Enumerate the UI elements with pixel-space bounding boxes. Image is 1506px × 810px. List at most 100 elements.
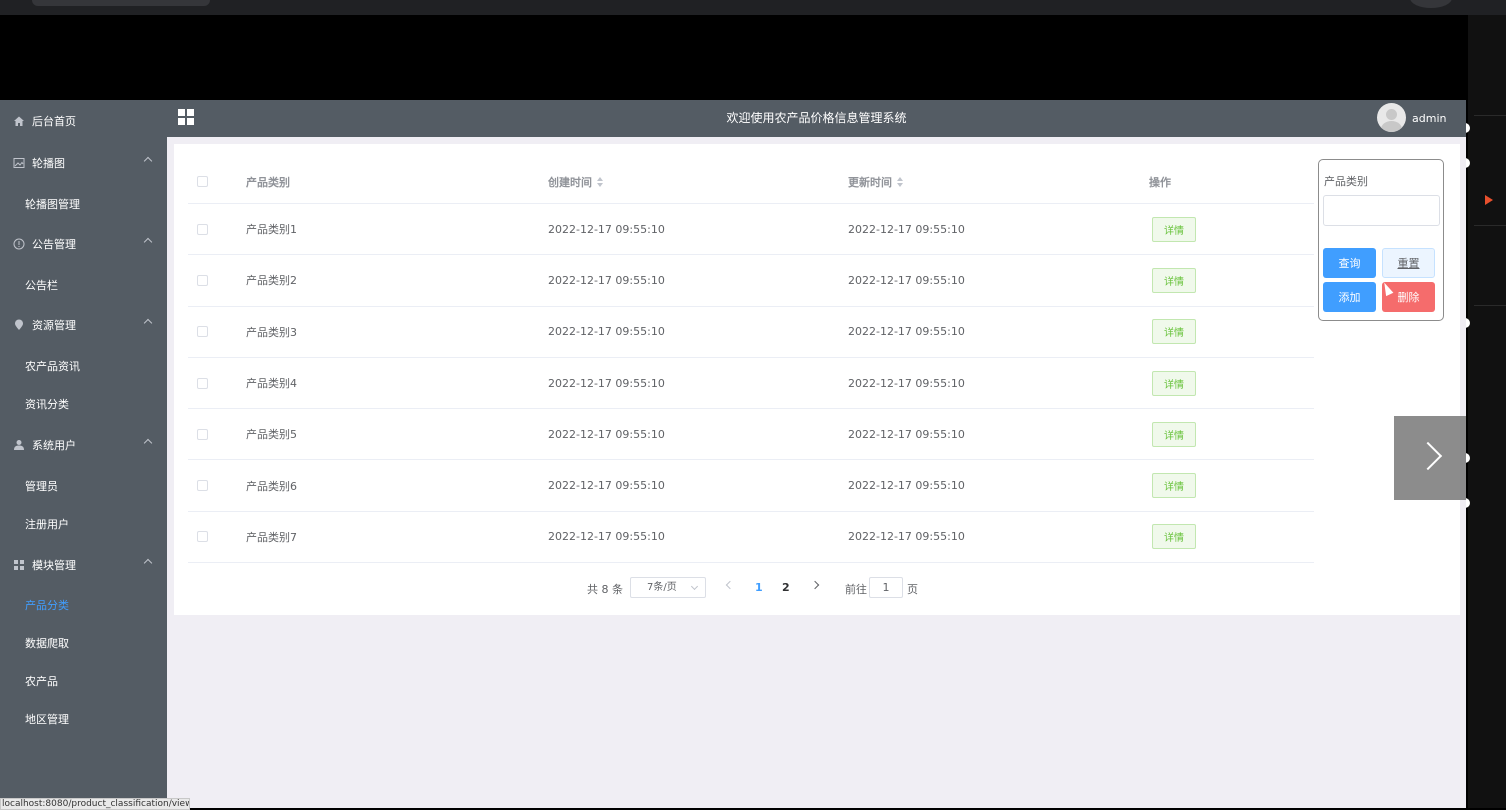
goto-page-input[interactable]: 1 xyxy=(869,577,903,598)
add-button[interactable]: 添加 xyxy=(1323,282,1376,312)
sidebar-subitem-label: 农产品资讯 xyxy=(25,360,80,373)
sidebar-item-resources[interactable]: 资源管理 xyxy=(0,306,167,344)
sidebar-item-carousel[interactable]: 轮播图 xyxy=(0,144,167,182)
category-cell: 产品类别7 xyxy=(246,530,297,544)
table-header: 产品类别 创建时间 更新时间 操作 xyxy=(188,160,1314,204)
query-button[interactable]: 查询 xyxy=(1323,248,1376,278)
sidebar-subitem-label: 农产品 xyxy=(25,675,58,688)
created-time-cell: 2022-12-17 09:55:10 xyxy=(548,376,665,390)
table-row[interactable]: 产品类别4 2022-12-17 09:55:10 2022-12-17 09:55… xyxy=(188,358,1314,410)
chevron-up-icon xyxy=(143,318,153,328)
sidebar-subitem-label: 注册用户 xyxy=(25,518,69,531)
user-icon xyxy=(14,440,24,450)
page-number[interactable]: 2 xyxy=(782,581,790,594)
next-slide-button[interactable] xyxy=(1394,416,1466,500)
sidebar-subitem-product-category[interactable]: 产品分类 xyxy=(0,586,167,624)
detail-button[interactable]: 详情 xyxy=(1152,473,1196,499)
sidebar-item-home[interactable]: 后台首页 xyxy=(0,102,167,140)
search-form: 产品类别 查询 重置 添加 删除 xyxy=(1318,159,1444,321)
updated-time-cell: 2022-12-17 09:55:10 xyxy=(848,273,965,287)
table-row[interactable]: 产品类别7 2022-12-17 09:55:10 2022-12-17 09:55… xyxy=(188,512,1314,564)
pagination-total: 共 8 条 xyxy=(587,583,623,596)
row-checkbox[interactable] xyxy=(197,274,208,286)
detail-button[interactable]: 详情 xyxy=(1152,524,1196,550)
sidebar-subitem-news-category[interactable]: 资讯分类 xyxy=(0,385,167,423)
page-number[interactable]: 1 xyxy=(755,581,763,594)
location-icon xyxy=(15,319,23,330)
sidebar-subitem-label: 数据爬取 xyxy=(25,637,69,650)
category-cell: 产品类别3 xyxy=(246,325,297,339)
sidebar-subitem-region[interactable]: 地区管理 xyxy=(0,700,167,738)
sidebar-subitem-admins[interactable]: 管理员 xyxy=(0,467,167,505)
prev-page-icon[interactable] xyxy=(725,580,735,590)
sidebar-item-label: 轮播图 xyxy=(32,157,65,170)
detail-button[interactable]: 详情 xyxy=(1152,267,1196,293)
table-body: 产品类别1 2022-12-17 09:55:10 2022-12-17 09:55… xyxy=(188,204,1314,564)
status-bar-url: localhost:8080/product_classification/vi… xyxy=(0,798,190,810)
table-row[interactable]: 产品类别6 2022-12-17 09:55:10 2022-12-17 09:55… xyxy=(188,460,1314,512)
info-circle-icon xyxy=(13,238,25,250)
row-checkbox[interactable] xyxy=(197,428,208,440)
sort-icon[interactable] xyxy=(897,176,904,187)
sidebar-subitem-label: 轮播图管理 xyxy=(25,198,80,211)
sidebar-subitem-data-crawl[interactable]: 数据爬取 xyxy=(0,624,167,662)
detail-button[interactable]: 详情 xyxy=(1152,216,1196,242)
detail-button[interactable]: 详情 xyxy=(1152,421,1196,447)
sort-icon[interactable] xyxy=(597,176,604,187)
sidebar-subitem-produce-news[interactable]: 农产品资讯 xyxy=(0,347,167,385)
created-time-cell: 2022-12-17 09:55:10 xyxy=(548,479,665,493)
pagination: 共 8 条 7条/页 1 2 前往 1 页 xyxy=(174,577,1460,599)
table-row[interactable]: 产品类别2 2022-12-17 09:55:10 2022-12-17 09:55… xyxy=(188,255,1314,307)
created-time-cell: 2022-12-17 09:55:10 xyxy=(548,222,665,236)
next-page-icon[interactable] xyxy=(810,580,820,590)
sidebar-subitem-produce[interactable]: 农产品 xyxy=(0,662,167,700)
browser-tab[interactable] xyxy=(32,0,210,6)
column-header-updated[interactable]: 更新时间 xyxy=(848,174,892,190)
updated-time-cell: 2022-12-17 09:55:10 xyxy=(848,222,965,236)
content-panel: 产品类别 创建时间 更新时间 操作 产品类别1 2022-12-17 09:55:… xyxy=(174,144,1460,615)
table-row[interactable]: 产品类别1 2022-12-17 09:55:10 2022-12-17 09:55… xyxy=(188,204,1314,256)
detail-button[interactable]: 详情 xyxy=(1152,370,1196,396)
row-checkbox[interactable] xyxy=(197,223,208,235)
sidebar-subitem-label: 地区管理 xyxy=(25,713,69,726)
table-row[interactable]: 产品类别5 2022-12-17 09:55:10 2022-12-17 09:55… xyxy=(188,409,1314,461)
goto-label: 前往 xyxy=(845,583,867,596)
sidebar-item-label: 资源管理 xyxy=(32,319,76,332)
detail-button[interactable]: 详情 xyxy=(1152,319,1196,345)
right-side-panel xyxy=(1468,15,1506,808)
username[interactable]: admin xyxy=(1412,100,1446,137)
row-checkbox[interactable] xyxy=(197,326,208,338)
play-arrow-icon[interactable] xyxy=(1485,195,1493,205)
reset-button[interactable]: 重置 xyxy=(1382,248,1435,278)
updated-time-cell: 2022-12-17 09:55:10 xyxy=(848,376,965,390)
row-checkbox[interactable] xyxy=(197,377,208,389)
home-icon xyxy=(14,116,24,126)
sidebar-item-notice[interactable]: 公告管理 xyxy=(0,225,167,263)
chevron-up-icon xyxy=(143,237,153,247)
row-checkbox[interactable] xyxy=(197,480,208,492)
category-cell: 产品类别1 xyxy=(246,223,297,237)
browser-top-bar xyxy=(0,0,1506,15)
column-header-created[interactable]: 创建时间 xyxy=(548,174,592,190)
sidebar-item-label: 公告管理 xyxy=(32,238,76,251)
created-time-cell: 2022-12-17 09:55:10 xyxy=(548,273,665,287)
page-size-select[interactable]: 7条/页 xyxy=(630,577,706,598)
chevron-up-icon xyxy=(143,558,153,568)
sidebar-item-modules[interactable]: 模块管理 xyxy=(0,546,167,584)
sidebar-subitem-carousel-manage[interactable]: 轮播图管理 xyxy=(0,185,167,223)
select-all-checkbox[interactable] xyxy=(197,176,208,187)
column-header-category: 产品类别 xyxy=(246,175,290,189)
sidebar-subitem-registered-users[interactable]: 注册用户 xyxy=(0,505,167,543)
row-checkbox[interactable] xyxy=(197,531,208,543)
created-time-cell: 2022-12-17 09:55:10 xyxy=(548,325,665,339)
sidebar-subitem-bulletin[interactable]: 公告栏 xyxy=(0,266,167,304)
sidebar-item-system-users[interactable]: 系统用户 xyxy=(0,426,167,464)
updated-time-cell: 2022-12-17 09:55:10 xyxy=(848,427,965,441)
table-row[interactable]: 产品类别3 2022-12-17 09:55:10 2022-12-17 09:55… xyxy=(188,307,1314,358)
created-time-cell: 2022-12-17 09:55:10 xyxy=(548,530,665,544)
browser-profile-button[interactable] xyxy=(1410,0,1452,8)
updated-time-cell: 2022-12-17 09:55:10 xyxy=(848,479,965,493)
chevron-up-icon xyxy=(143,438,153,448)
avatar[interactable] xyxy=(1377,103,1406,132)
category-search-input[interactable] xyxy=(1323,195,1440,226)
